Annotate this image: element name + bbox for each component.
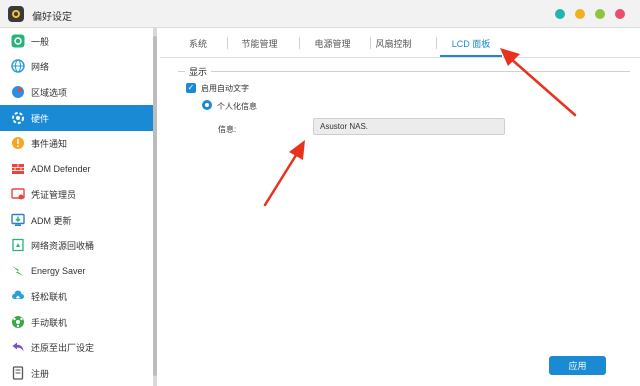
tab-power-management[interactable]: 电源管理 bbox=[305, 37, 360, 57]
sidebar-item-certificate-manager[interactable]: 凭证管理员 bbox=[0, 181, 153, 207]
sidebar-item-label: 硬件 bbox=[31, 113, 50, 124]
tab-divider bbox=[227, 37, 228, 49]
tab-lcd-panel[interactable]: LCD 面板 bbox=[440, 37, 502, 57]
sidebar: 一般 网络 区域选项 硬件 事件通知 ADM Defender 凭证管理员 AD… bbox=[0, 28, 153, 386]
personalized-info-radio[interactable] bbox=[202, 100, 212, 110]
sidebar-item-label: 一般 bbox=[31, 36, 50, 47]
sidebar-item-manual-connect[interactable]: 手动联机 bbox=[0, 309, 153, 335]
minimize-window-button[interactable] bbox=[575, 9, 585, 19]
tab-divider bbox=[436, 37, 437, 49]
tab-divider bbox=[299, 37, 300, 49]
info-field-label: 信息: bbox=[218, 125, 237, 134]
auto-text-checkbox[interactable]: ✓ bbox=[186, 83, 196, 93]
recycle-bin-icon bbox=[12, 238, 24, 252]
hardware-icon bbox=[12, 112, 24, 124]
sidebar-item-recycle-bin[interactable]: 网络资源回收桶 bbox=[0, 232, 153, 258]
sidebar-item-label: 区域选项 bbox=[31, 87, 68, 98]
sidebar-item-label: ADM 更新 bbox=[31, 215, 72, 226]
certificate-icon bbox=[11, 188, 25, 200]
general-icon bbox=[11, 34, 25, 48]
sidebar-item-register[interactable]: 注册 bbox=[0, 360, 153, 386]
content-panel: 系统 节能管理 电源管理 风扇控制 LCD 面板 显示 ✓ 启用自动文字 个人化… bbox=[160, 28, 640, 386]
sidebar-scrollbar-thumb[interactable] bbox=[153, 36, 157, 376]
tab-power-saving[interactable]: 节能管理 bbox=[232, 37, 287, 57]
section-title-display: 显示 bbox=[185, 65, 212, 78]
restore-icon bbox=[12, 342, 24, 352]
sidebar-item-adm-update[interactable]: ADM 更新 bbox=[0, 207, 153, 233]
sidebar-item-region[interactable]: 区域选项 bbox=[0, 79, 153, 105]
personalized-info-radio-label: 个人化信息 bbox=[217, 102, 257, 111]
preferences-app-icon bbox=[8, 6, 24, 22]
network-globe-icon bbox=[11, 59, 25, 73]
sidebar-item-label: 网络 bbox=[31, 61, 50, 72]
close-window-button[interactable] bbox=[555, 9, 565, 19]
sidebar-item-label: ADM Defender bbox=[31, 164, 91, 174]
cloud-connect-icon bbox=[12, 290, 24, 302]
sidebar-item-notification[interactable]: 事件通知 bbox=[0, 130, 153, 156]
region-icon bbox=[12, 86, 24, 98]
tab-bar: 系统 节能管理 电源管理 风扇控制 LCD 面板 bbox=[160, 28, 640, 58]
sidebar-item-label: Energy Saver bbox=[31, 266, 86, 276]
register-icon bbox=[12, 366, 24, 380]
maximize-window-button[interactable] bbox=[595, 9, 605, 19]
sidebar-item-label: 注册 bbox=[31, 368, 50, 379]
section-divider bbox=[178, 71, 630, 72]
sidebar-item-label: 网络资源回收桶 bbox=[31, 240, 95, 251]
auto-text-checkbox-label: 启用自动文字 bbox=[201, 84, 249, 93]
sidebar-item-network[interactable]: 网络 bbox=[0, 53, 153, 79]
update-icon bbox=[11, 213, 25, 226]
sidebar-item-hardware[interactable]: 硬件 bbox=[0, 105, 153, 131]
info-text-field[interactable] bbox=[313, 118, 505, 135]
sidebar-item-label: 还原至出厂设定 bbox=[31, 342, 95, 353]
sidebar-item-label: 凭证管理员 bbox=[31, 189, 77, 200]
sidebar-item-general[interactable]: 一般 bbox=[0, 28, 153, 54]
tab-fan-control[interactable]: 风扇控制 bbox=[366, 37, 421, 57]
sidebar-item-label: 手动联机 bbox=[31, 317, 68, 328]
sidebar-item-factory-reset[interactable]: 还原至出厂设定 bbox=[0, 334, 153, 360]
tab-system[interactable]: 系统 bbox=[178, 37, 218, 57]
extra-window-button[interactable] bbox=[615, 9, 625, 19]
energy-saver-icon bbox=[12, 266, 24, 276]
sidebar-item-energy-saver[interactable]: Energy Saver bbox=[0, 258, 153, 284]
sidebar-item-adm-defender[interactable]: ADM Defender bbox=[0, 156, 153, 182]
apply-button[interactable]: 应用 bbox=[549, 356, 606, 375]
manual-connect-icon bbox=[12, 316, 24, 328]
sidebar-item-label: 事件通知 bbox=[31, 138, 68, 149]
sidebar-item-easy-connect[interactable]: 轻松联机 bbox=[0, 283, 153, 309]
sidebar-item-label: 轻松联机 bbox=[31, 291, 68, 302]
window-title: 偏好设定 bbox=[32, 12, 72, 23]
notification-icon bbox=[12, 137, 24, 149]
defender-icon bbox=[12, 164, 24, 174]
title-bar: 偏好设定 bbox=[0, 0, 640, 28]
